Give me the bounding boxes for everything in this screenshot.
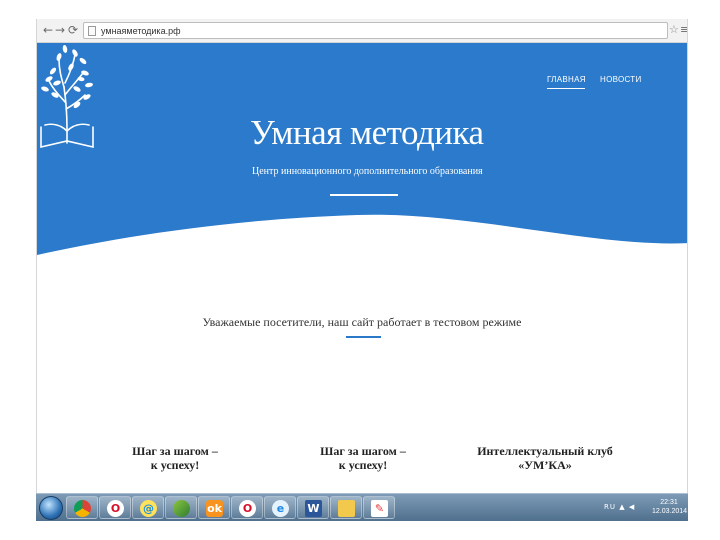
system-tray[interactable]: RU ▲ ◀ — [604, 503, 635, 511]
chrome-icon — [74, 500, 91, 517]
odnoklassniki-icon: ok — [206, 500, 223, 517]
card-title-1[interactable]: Шаг за шагом – к успеху! — [100, 444, 250, 472]
notice-divider — [346, 336, 381, 338]
nav-link-news[interactable]: НОВОСТИ — [600, 74, 642, 86]
network-icon[interactable]: ▲ — [619, 503, 625, 511]
address-bar[interactable]: умнаяметодика.рф — [83, 22, 668, 39]
green-app-icon — [173, 500, 190, 517]
reload-icon[interactable]: ⟳ — [66, 22, 80, 38]
page-viewport: ГЛАВНАЯ НОВОСТИ Умная методика Центр инн… — [37, 43, 687, 493]
taskbar-button[interactable] — [165, 496, 197, 519]
nav-active-underline — [547, 88, 585, 89]
card-title-line: к успеху! — [338, 458, 388, 472]
word-icon: W — [305, 500, 322, 517]
language-indicator[interactable]: RU — [604, 503, 616, 511]
site-subtitle: Центр инновационного дополнительного обр… — [252, 166, 483, 177]
paint-icon: ✎ — [371, 500, 388, 517]
windows-start-icon[interactable] — [39, 496, 63, 520]
menu-icon[interactable]: ≡ — [680, 22, 687, 38]
internet-explorer-icon: e — [272, 500, 289, 517]
card-title-line: Шаг за шагом – — [132, 444, 218, 458]
screen: ← → ⟳ умнаяметодика.рф ☆ ≡ ГЛАВНАЯ НОВОС… — [0, 0, 720, 540]
page-icon — [88, 26, 96, 36]
taskbar-button[interactable]: O — [231, 496, 263, 519]
folder-icon — [338, 500, 355, 517]
card-title-3[interactable]: Интеллектуальный клуб «УМ’КА» — [470, 444, 620, 472]
clock-date: 12.03.2014 — [652, 508, 688, 515]
taskbar-button[interactable]: @ — [132, 496, 164, 519]
title-divider — [330, 194, 398, 196]
card-title-line: Шаг за шагом – — [320, 444, 406, 458]
opera-icon: O — [239, 500, 256, 517]
taskbar-button[interactable]: W — [297, 496, 329, 519]
nav-link-home[interactable]: ГЛАВНАЯ — [547, 74, 586, 86]
browser-window: ← → ⟳ умнаяметодика.рф ☆ ≡ ГЛАВНАЯ НОВОС… — [36, 19, 688, 493]
card-title-2[interactable]: Шаг за шагом – к успеху! — [288, 444, 438, 472]
taskbar-button[interactable]: ok — [198, 496, 230, 519]
opera-icon: O — [107, 500, 124, 517]
clock-time: 22:31 — [660, 499, 678, 506]
browser-toolbar: ← → ⟳ умнаяметодика.рф ☆ ≡ — [37, 19, 687, 43]
mail-agent-icon: @ — [140, 500, 157, 517]
taskbar-button[interactable]: O — [99, 496, 131, 519]
taskbar-button[interactable] — [330, 496, 362, 519]
taskbar-button[interactable]: e — [264, 496, 296, 519]
url-text: умнаяметодика.рф — [101, 26, 181, 36]
taskbar-button[interactable] — [66, 496, 98, 519]
card-title-line: «УМ’КА» — [518, 458, 572, 472]
top-navigation: ГЛАВНАЯ НОВОСТИ — [37, 74, 687, 89]
test-mode-notice: Уважаемые посетители, наш сайт работает … — [202, 315, 522, 329]
tree-book-logo-icon[interactable] — [37, 43, 97, 151]
card-title-line: Интеллектуальный клуб — [477, 444, 613, 458]
arrow-right-icon[interactable]: → — [53, 22, 67, 38]
taskbar: O @ ok O e W ✎ RU ▲ ◀ 22:31 12.03.2014 — [36, 493, 688, 521]
volume-icon[interactable]: ◀ — [629, 503, 635, 511]
header-banner: ГЛАВНАЯ НОВОСТИ Умная методика Центр инн… — [37, 43, 687, 255]
taskbar-button[interactable]: ✎ — [363, 496, 395, 519]
card-title-line: к успеху! — [150, 458, 200, 472]
site-title: Умная методика — [250, 113, 484, 152]
clock[interactable]: 22:31 12.03.2014 — [652, 498, 688, 516]
